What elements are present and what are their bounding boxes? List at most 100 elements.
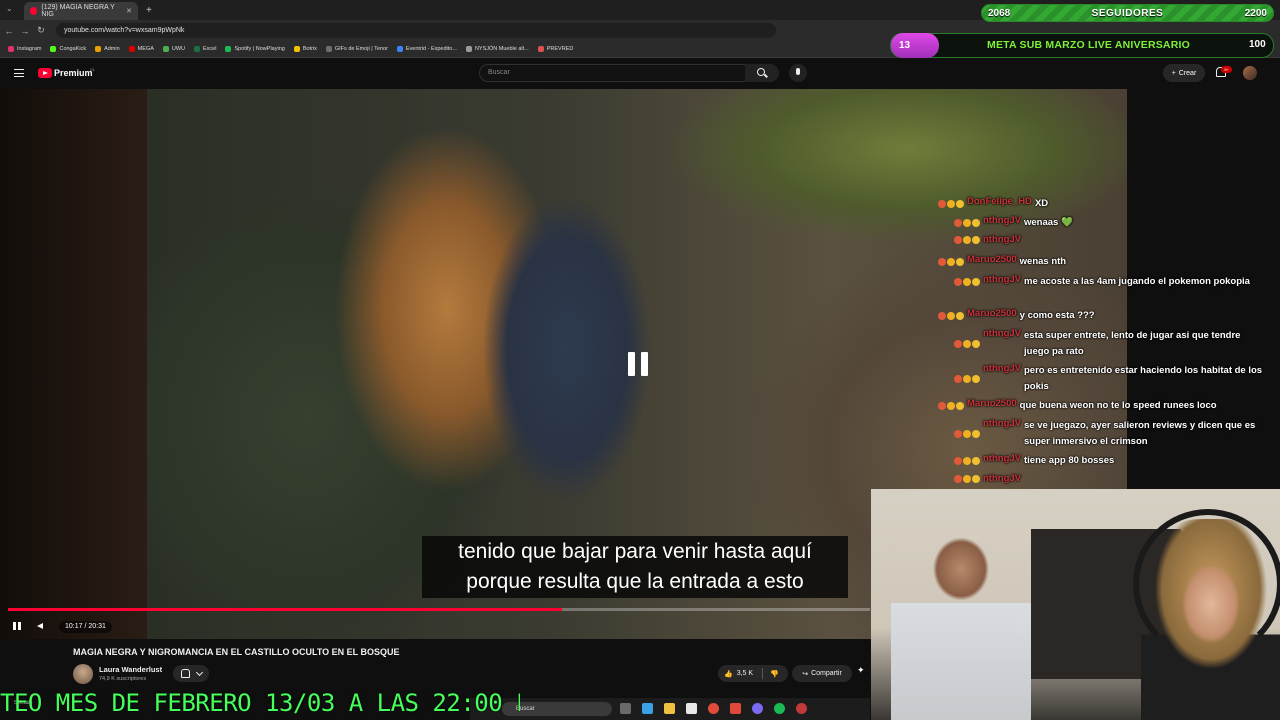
chat-badge-icon bbox=[954, 235, 962, 244]
region-label: CL bbox=[90, 67, 96, 72]
chat-badges bbox=[938, 308, 964, 324]
url-field[interactable]: youtube.com/watch?v=wxsam9pWpNk bbox=[56, 23, 776, 38]
back-icon[interactable]: ← bbox=[2, 26, 16, 36]
browser-tab[interactable]: (129) MAGIA NEGRA Y NIG ✕ bbox=[24, 2, 138, 20]
chat-badge-icon bbox=[972, 474, 980, 483]
chat-badges bbox=[954, 418, 980, 450]
bookmark-label: Admin bbox=[104, 46, 120, 52]
subtitles: tenido que bajar para venir hasta aquí p… bbox=[422, 536, 848, 598]
tab-search-icon[interactable]: ⌄ bbox=[6, 4, 13, 13]
bookmark-favicon-icon bbox=[325, 46, 332, 52]
discord-icon[interactable] bbox=[752, 703, 763, 714]
chat-badge-icon bbox=[954, 430, 962, 438]
chat-username: nthngJV bbox=[983, 215, 1021, 226]
pause-button-icon[interactable] bbox=[12, 621, 22, 631]
chat-badge-icon bbox=[938, 200, 946, 208]
bookmark-label: NYSJÓN Mueble alt... bbox=[474, 46, 529, 52]
chat-badge-icon bbox=[972, 375, 980, 383]
share-icon: ↪ bbox=[802, 670, 809, 678]
youtube-favicon-icon bbox=[30, 7, 38, 15]
channel-name[interactable]: Laura Wanderlust bbox=[99, 665, 162, 674]
chat-badge-icon bbox=[954, 219, 962, 227]
bookmark-favicon-icon bbox=[8, 46, 14, 52]
bookmark-item[interactable]: Instagram bbox=[8, 46, 41, 52]
microphone-icon[interactable] bbox=[789, 64, 807, 82]
subscriber-count: 74,9 K suscriptores bbox=[99, 676, 147, 682]
chat-badge-icon bbox=[938, 312, 946, 320]
reload-icon[interactable]: ↻ bbox=[34, 25, 48, 36]
create-button[interactable]: + Crear bbox=[1163, 64, 1205, 82]
task-view-icon[interactable] bbox=[620, 703, 631, 714]
bookmark-item[interactable]: Botrix bbox=[293, 46, 317, 52]
bookmark-label: UWU bbox=[171, 46, 186, 52]
app-icon[interactable] bbox=[730, 703, 741, 714]
bookmark-item[interactable]: Excel bbox=[194, 46, 216, 52]
bookmark-item[interactable]: GIFs de Emoji | Tenor bbox=[325, 46, 388, 52]
pause-overlay-icon[interactable] bbox=[616, 342, 660, 386]
create-label: Crear bbox=[1178, 69, 1197, 77]
file-explorer-icon[interactable] bbox=[664, 703, 675, 714]
chat-badges bbox=[954, 274, 980, 290]
chat-username: nthngJV bbox=[983, 473, 1021, 484]
premium-label[interactable]: Premium bbox=[54, 68, 93, 78]
like-dislike-group[interactable]: 👍 3,5 K 👎 bbox=[718, 665, 788, 682]
bookmark-label: Botrix bbox=[302, 46, 317, 52]
bookmark-item[interactable]: Admin bbox=[95, 46, 120, 52]
new-tab-button[interactable]: + bbox=[146, 5, 152, 16]
subscription-bell-button[interactable] bbox=[173, 665, 209, 682]
bookmark-item[interactable]: UWU bbox=[162, 46, 186, 52]
bookmark-item[interactable]: Spotify | NowPlaying bbox=[225, 46, 285, 52]
chat-badge-icon bbox=[954, 278, 962, 286]
bookmark-favicon-icon bbox=[225, 46, 232, 52]
volume-icon[interactable] bbox=[37, 621, 49, 631]
share-label: Compartir bbox=[811, 670, 842, 677]
obs-icon[interactable] bbox=[796, 703, 807, 714]
chat-badge-icon bbox=[954, 340, 962, 348]
chat-text: wenas nth bbox=[1019, 256, 1067, 267]
bookmark-item[interactable]: PREVRED bbox=[537, 46, 573, 52]
bookmark-favicon-icon bbox=[128, 46, 135, 52]
chat-username: Maruo2500 bbox=[967, 308, 1017, 319]
spotify-icon[interactable] bbox=[774, 703, 785, 714]
close-tab-icon[interactable]: ✕ bbox=[126, 7, 132, 15]
bookmark-label: Eventrid - Expedito... bbox=[405, 46, 457, 52]
youtube-header: Premium CL Buscar + Crear 9+ bbox=[0, 58, 1280, 89]
bookmark-label: Excel bbox=[203, 46, 217, 52]
chat-username: DonFelipe_HD bbox=[967, 196, 1032, 207]
copilot-icon[interactable] bbox=[642, 703, 653, 714]
subtitle-line-2: porque resulta que la entrada a esto bbox=[466, 570, 804, 593]
chat-badges bbox=[938, 196, 964, 212]
bookmark-favicon-icon bbox=[50, 46, 57, 52]
more-actions-icon[interactable]: ✦ bbox=[857, 665, 871, 682]
channel-avatar[interactable] bbox=[73, 664, 93, 684]
bookmark-item[interactable]: Eventrid - Expedito... bbox=[396, 46, 457, 52]
menu-icon[interactable] bbox=[14, 69, 24, 77]
like-count: 3,5 K bbox=[736, 670, 754, 677]
bookmark-item[interactable]: CongaKick bbox=[50, 46, 86, 52]
store-icon[interactable] bbox=[686, 703, 697, 714]
bookmark-label: GIFs de Emoji | Tenor bbox=[334, 46, 388, 52]
share-button[interactable]: ↪ Compartir bbox=[792, 665, 852, 682]
chat-message: Maruo2500 wenas nth bbox=[938, 254, 1066, 270]
search-input[interactable]: Buscar bbox=[479, 64, 776, 82]
chat-badge-icon bbox=[938, 258, 946, 266]
forward-icon[interactable]: → bbox=[18, 26, 32, 36]
bookmark-favicon-icon bbox=[95, 46, 102, 52]
search-icon[interactable] bbox=[745, 64, 779, 82]
chrome-icon[interactable] bbox=[708, 703, 719, 714]
webcam-feed bbox=[871, 489, 1280, 720]
video-ambient-left bbox=[0, 89, 147, 639]
thumbs-down-icon[interactable]: 👎 bbox=[770, 670, 779, 678]
chat-username: nthngJV bbox=[983, 274, 1021, 285]
youtube-logo-icon[interactable] bbox=[38, 68, 52, 78]
account-avatar[interactable] bbox=[1243, 66, 1257, 80]
chat-username: nthngJV bbox=[983, 453, 1021, 464]
bookmark-item[interactable]: NYSJÓN Mueble alt... bbox=[465, 46, 529, 52]
progress-bar[interactable] bbox=[8, 608, 870, 611]
chat-badge-icon bbox=[963, 457, 971, 465]
chat-message: Maruo2500 y como esta ??? bbox=[938, 308, 1095, 324]
chat-badge-icon bbox=[947, 312, 955, 320]
bookmark-item[interactable]: MEGA bbox=[128, 46, 154, 52]
chat-badge-icon bbox=[972, 219, 980, 227]
thumbs-up-icon[interactable]: 👍 bbox=[724, 670, 733, 678]
